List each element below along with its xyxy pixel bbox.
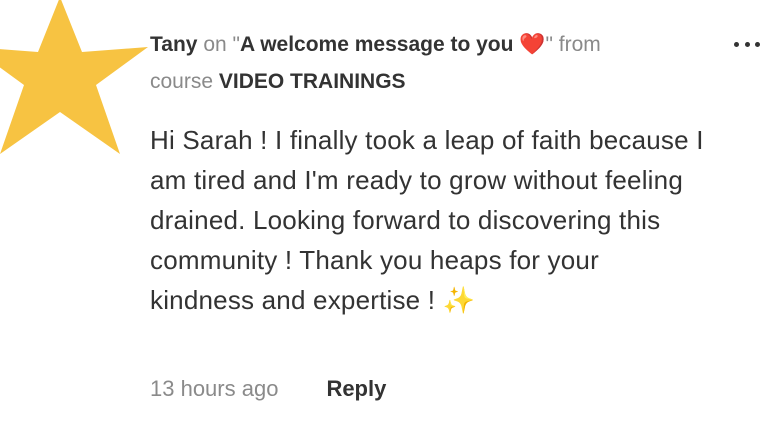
on-word: on (203, 33, 227, 56)
course-name-link[interactable]: VIDEO TRAININGS (219, 70, 406, 93)
from-word: from (558, 33, 601, 56)
more-options-icon[interactable] (734, 38, 760, 50)
comment: Tany on "A welcome message to you ❤️" fr… (150, 26, 710, 320)
comment-body: Hi Sarah ! I finally took a leap of fait… (150, 120, 710, 320)
post-title-link[interactable]: A welcome message to you ❤️ (240, 33, 545, 56)
post-title: A welcome message to you (239, 33, 514, 56)
reply-button[interactable]: Reply (326, 374, 386, 404)
author-name[interactable]: Tany (150, 33, 197, 56)
quote-close: " (545, 33, 553, 56)
comment-meta: 13 hours ago Reply (150, 374, 386, 404)
comment-text: Hi Sarah ! I finally took a leap of fait… (150, 125, 704, 315)
menu-dot (744, 41, 750, 47)
course-word: course (150, 70, 214, 93)
star-avatar-icon (0, 0, 148, 154)
comment-header: Tany on "A welcome message to you ❤️" fr… (150, 26, 710, 100)
menu-dot (755, 41, 760, 47)
timestamp: 13 hours ago (150, 376, 279, 401)
avatar[interactable] (0, 0, 165, 167)
heart-emoji: ❤️ (519, 33, 546, 56)
sparkles-emoji: ✨ (442, 285, 476, 315)
menu-dot (734, 41, 739, 47)
quote-open: " (232, 33, 240, 56)
